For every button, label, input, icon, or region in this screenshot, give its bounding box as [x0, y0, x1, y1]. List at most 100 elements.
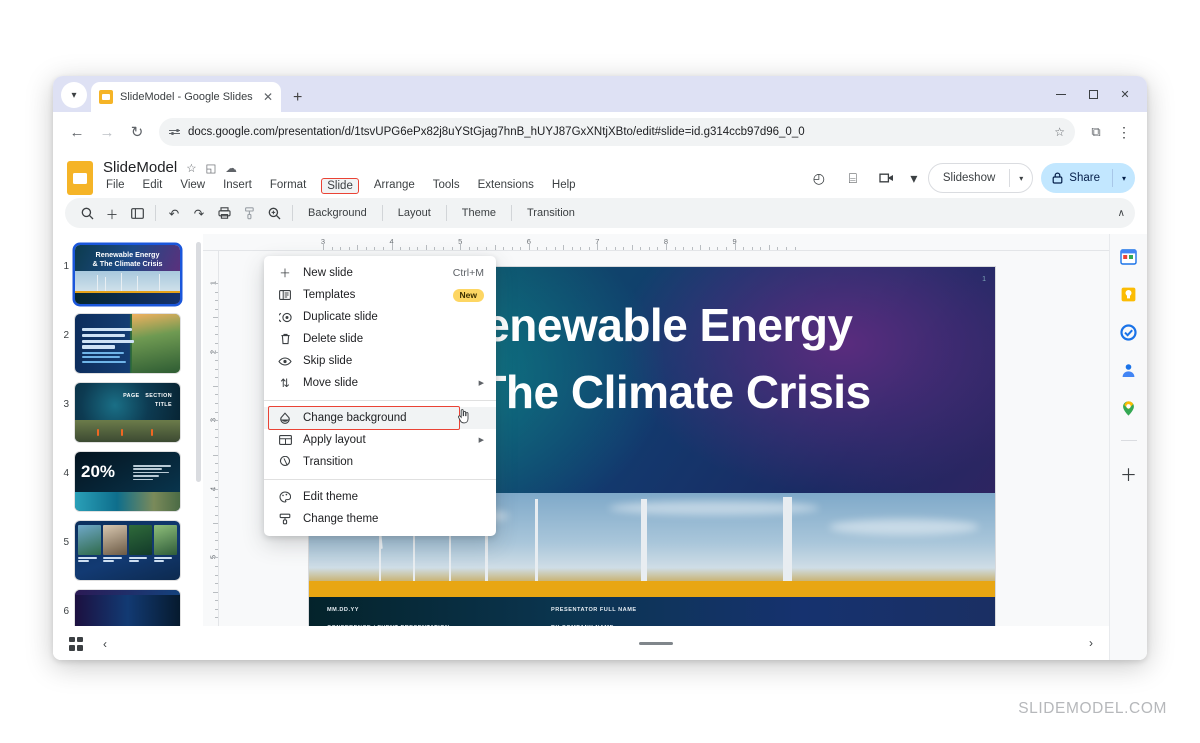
- comments-icon[interactable]: ⌸: [840, 165, 866, 191]
- toolbar-transition-button[interactable]: Transition: [518, 207, 584, 219]
- menu-file[interactable]: File: [103, 178, 128, 194]
- ruler-tick: [215, 368, 218, 370]
- filmstrip-slide-5[interactable]: 5: [53, 516, 203, 585]
- close-window-button[interactable]: ✕: [1109, 82, 1141, 106]
- slideshow-button[interactable]: Slideshow ▾: [927, 163, 1034, 193]
- menu-item-change-theme[interactable]: Change theme: [264, 508, 496, 530]
- address-bar[interactable]: docs.google.com/presentation/d/1tsvUPG6e…: [159, 118, 1075, 146]
- forward-button[interactable]: →: [93, 118, 121, 146]
- calendar-icon[interactable]: [1119, 246, 1139, 266]
- horizontal-ruler[interactable]: 3456789: [203, 234, 1109, 251]
- ruler-tick: [768, 245, 770, 250]
- add-slide-icon[interactable]: ＋: [100, 201, 124, 225]
- maps-icon[interactable]: [1119, 398, 1139, 418]
- grid-view-icon[interactable]: [69, 636, 83, 651]
- slide-thumbnail[interactable]: 20%: [75, 452, 180, 511]
- collapse-filmstrip-icon[interactable]: ‹: [103, 637, 107, 651]
- ruler-tick: [215, 548, 218, 550]
- menu-item-templates[interactable]: Templates New: [264, 284, 496, 306]
- menu-item-change-background[interactable]: Change background: [264, 406, 496, 430]
- menu-arrange[interactable]: Arrange: [371, 178, 418, 194]
- move-to-folder-icon[interactable]: ◱: [206, 161, 217, 175]
- slide-thumbnail[interactable]: Renewable Energy & The Climate Crisis: [75, 245, 180, 304]
- back-button[interactable]: ←: [63, 118, 91, 146]
- paint-format-icon[interactable]: [237, 201, 261, 225]
- browser-tab[interactable]: SlideModel - Google Slides ✕: [91, 82, 281, 112]
- thumbnail-title: PAGE SECTION TITLE: [123, 393, 172, 409]
- slide-thumbnail[interactable]: [75, 521, 180, 580]
- slides-header: SlideModel ☆ ◱ ☁ File Edit View Insert F…: [53, 152, 1147, 198]
- keep-icon[interactable]: [1119, 284, 1139, 304]
- tasks-icon[interactable]: [1119, 322, 1139, 342]
- menu-item-skip-slide[interactable]: Skip slide: [264, 350, 496, 372]
- meet-icon[interactable]: [874, 165, 900, 191]
- new-tab-button[interactable]: +: [293, 90, 302, 106]
- add-addon-icon[interactable]: ＋: [1120, 461, 1137, 486]
- ruler-tick: [213, 385, 218, 387]
- toolbar-layout-button[interactable]: Layout: [389, 207, 440, 219]
- filmstrip-slide-4[interactable]: 4 20%: [53, 447, 203, 516]
- layout-icon[interactable]: [125, 201, 149, 225]
- menu-extensions[interactable]: Extensions: [475, 178, 537, 194]
- speaker-notes-handle[interactable]: [639, 641, 673, 645]
- menu-view[interactable]: View: [177, 178, 208, 194]
- search-icon[interactable]: [75, 201, 99, 225]
- share-caret-icon[interactable]: ▾: [1113, 174, 1135, 183]
- redo-icon[interactable]: ↷: [187, 201, 211, 225]
- menu-item-duplicate-slide[interactable]: Duplicate slide: [264, 306, 496, 328]
- menu-item-edit-theme[interactable]: Edit theme: [264, 486, 496, 508]
- slideshow-caret-icon[interactable]: ▾: [1010, 174, 1032, 183]
- close-tab-icon[interactable]: ✕: [263, 91, 273, 103]
- menu-help[interactable]: Help: [549, 178, 579, 194]
- version-history-icon[interactable]: ◴: [806, 165, 832, 191]
- share-button[interactable]: Share ▾: [1041, 163, 1135, 193]
- menu-tools[interactable]: Tools: [430, 178, 463, 194]
- filmstrip-scrollbar[interactable]: [196, 242, 201, 482]
- slide-thumbnail[interactable]: PAGE SECTION TITLE: [75, 383, 180, 442]
- contacts-icon[interactable]: [1119, 360, 1139, 380]
- menu-item-apply-layout[interactable]: Apply layout ▶: [264, 429, 496, 451]
- toolbar-theme-button[interactable]: Theme: [453, 207, 505, 219]
- menu-item-transition[interactable]: Transition: [264, 451, 496, 473]
- maximize-button[interactable]: [1077, 82, 1109, 106]
- slide-number: 5: [63, 537, 69, 548]
- bookmark-star-icon[interactable]: ☆: [1054, 125, 1065, 139]
- extensions-icon[interactable]: ⧉: [1083, 119, 1109, 145]
- next-slide-icon[interactable]: ›: [1089, 636, 1093, 650]
- slidemodel-watermark: SLIDEMODEL.COM: [1018, 700, 1167, 717]
- meet-caret-icon[interactable]: ▾: [908, 165, 920, 191]
- site-settings-icon[interactable]: [169, 128, 180, 136]
- menu-insert[interactable]: Insert: [220, 178, 255, 194]
- star-icon[interactable]: ☆: [186, 161, 196, 175]
- ruler-tick: [215, 445, 218, 447]
- submenu-arrow-icon: ▶: [478, 437, 484, 444]
- filmstrip-slide-2[interactable]: 2: [53, 309, 203, 378]
- browser-menu-icon[interactable]: ⋮: [1111, 119, 1137, 145]
- document-title[interactable]: SlideModel: [103, 159, 177, 176]
- tab-search-chevron-icon[interactable]: ▾: [61, 82, 87, 108]
- undo-icon[interactable]: ↶: [162, 201, 186, 225]
- vertical-ruler[interactable]: 12345: [203, 251, 219, 626]
- ruler-tick: [700, 245, 702, 250]
- ruler-tick: [468, 247, 470, 250]
- ruler-tick: [215, 565, 218, 567]
- menu-slide[interactable]: Slide: [321, 178, 359, 194]
- print-icon[interactable]: [212, 201, 236, 225]
- filmstrip-slide-3[interactable]: 3 PAGE SECTION TITLE: [53, 378, 203, 447]
- duplicate-icon: [278, 312, 292, 323]
- cloud-saved-icon[interactable]: ☁: [225, 161, 237, 175]
- menu-item-move-slide[interactable]: ⇅ Move slide ▶: [264, 372, 496, 394]
- toolbar-background-button[interactable]: Background: [299, 207, 376, 219]
- lock-icon: [1052, 172, 1063, 184]
- zoom-icon[interactable]: [262, 201, 286, 225]
- slide-thumbnail[interactable]: [75, 314, 180, 373]
- reload-button[interactable]: ↻: [123, 118, 151, 146]
- menu-edit[interactable]: Edit: [140, 178, 166, 194]
- collapse-toolbar-icon[interactable]: ∧: [1118, 208, 1125, 219]
- menu-format[interactable]: Format: [267, 178, 309, 194]
- minimize-button[interactable]: [1045, 82, 1077, 106]
- move-icon: ⇅: [280, 378, 290, 390]
- menu-item-delete-slide[interactable]: Delete slide: [264, 328, 496, 350]
- filmstrip-slide-1[interactable]: 1 Renewable Energy & The Climate Crisis: [53, 240, 203, 309]
- menu-item-new-slide[interactable]: ＋ New slide Ctrl+M: [264, 262, 496, 284]
